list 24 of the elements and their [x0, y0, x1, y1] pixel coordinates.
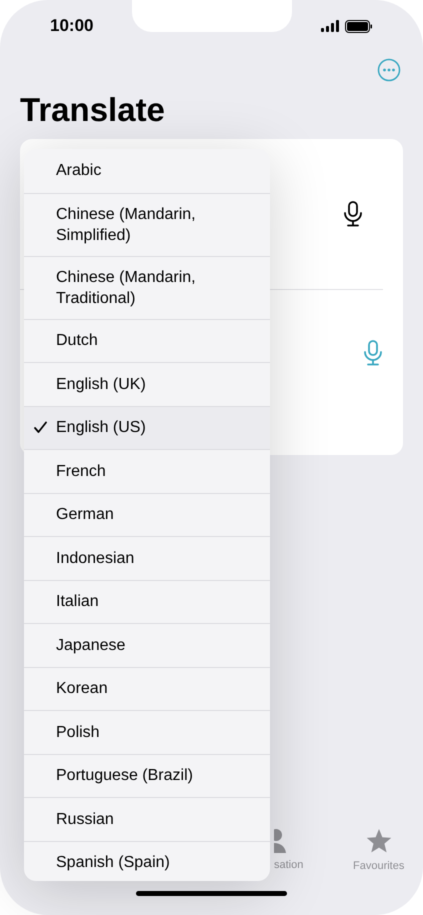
menu-item[interactable]: Chinese (Mandarin, Simplified): [24, 192, 270, 256]
menu-item[interactable]: Spanish (Spain): [24, 840, 270, 881]
page-title: Translate: [19, 90, 166, 130]
star-icon: [366, 829, 392, 854]
menu-item[interactable]: German: [24, 492, 270, 536]
menu-item[interactable]: Portuguese (Brazil): [24, 754, 270, 797]
menu-item[interactable]: Polish: [24, 710, 270, 754]
menu-item[interactable]: Russian: [24, 797, 270, 840]
status-time: 10:00: [50, 15, 94, 38]
checkmark-icon: [34, 421, 47, 434]
menu-item[interactable]: Arabic: [24, 149, 270, 192]
person-icon: [274, 829, 288, 853]
signal-icon: [321, 20, 340, 32]
menu-item[interactable]: Chinese (Mandarin, Traditional): [24, 256, 270, 318]
menu-item[interactable]: Indonesian: [24, 536, 270, 580]
menu-item[interactable]: Japanese: [24, 623, 270, 666]
battery-icon: [345, 20, 373, 32]
menu-item[interactable]: French: [24, 449, 270, 492]
menu-item[interactable]: English (US): [24, 406, 270, 449]
menu-item[interactable]: Italian: [24, 580, 270, 623]
menu-item[interactable]: Dutch: [24, 318, 270, 362]
menu-item[interactable]: Korean: [24, 666, 270, 710]
more-icon[interactable]: [377, 58, 401, 82]
microphone-icon[interactable]: [343, 201, 363, 227]
